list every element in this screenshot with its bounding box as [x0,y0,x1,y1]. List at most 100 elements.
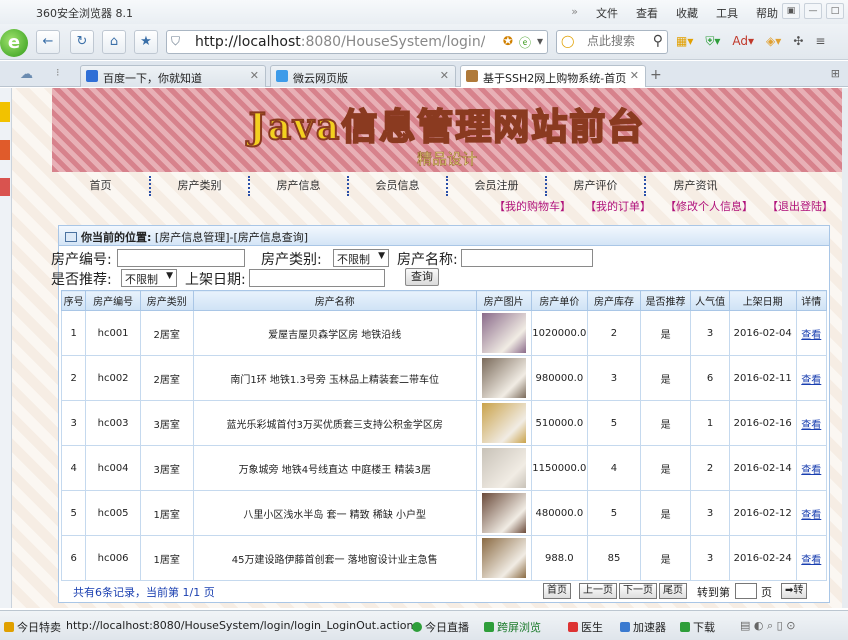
view-detail-link[interactable]: 查看 [801,375,821,386]
menu-help[interactable]: 帮助 [756,5,778,21]
date-input[interactable] [249,269,385,287]
type-select[interactable]: 不限制 ▼ [333,249,389,267]
query-button[interactable]: 查询 [405,268,439,286]
menu-view[interactable]: 查看 [636,5,658,21]
close-icon[interactable]: ✕ [440,69,449,82]
side-app-icon[interactable] [0,178,10,196]
search-engine-icon[interactable]: ◯ [561,34,574,48]
cloud-icon[interactable]: ☁ [20,67,33,82]
site-banner: Java信息管理网站前台 精品设计 [52,88,842,172]
cell-image [475,490,532,536]
search-icon[interactable]: ⚲ [653,33,663,49]
compat-mode-icon[interactable]: ✪ [503,34,513,51]
favorite-star-button[interactable]: ★ [134,30,158,54]
last-page-button[interactable]: 尾页 [659,583,687,599]
menu-icon[interactable]: ≡ [815,34,825,49]
nav-member-register[interactable]: 会员注册 [448,176,547,196]
cell-detail: 查看 [795,535,828,581]
skin-icon[interactable]: ▣ [782,3,800,19]
house-photo[interactable] [481,448,526,488]
nav-house-info[interactable]: 房产信息 [250,176,349,196]
status-live[interactable]: 今日直播 [412,619,469,635]
back-button[interactable]: ← [36,30,60,54]
new-tab-icon[interactable]: + [650,67,662,83]
go-button[interactable]: ➡转 [781,583,808,599]
apps-icon[interactable]: ▦▾ [676,34,693,49]
cell-image [475,400,532,446]
side-weibo-icon[interactable] [0,140,10,160]
status-doctor[interactable]: 医生 [568,619,603,635]
prev-page-button[interactable]: 上一页 [579,583,617,599]
pager: 共有6条记录，当前第 1/1 页 首页 上一页 下一页 尾页 转到第 页 ➡转 [59,580,829,602]
page-scrollbar[interactable] [842,88,848,608]
tab-house-system[interactable]: 基于SSH2网上购物系统-首页 ✕ [460,65,646,87]
page-number-input[interactable] [735,583,757,599]
guard-icon[interactable]: ⛨▾ [705,34,720,49]
cell-date: 2016-02-14 [728,445,797,491]
type-label: 房产类别: [261,252,322,268]
menu-file[interactable]: 文件 [596,5,618,21]
maximize-icon[interactable]: □ [826,3,844,19]
view-detail-link[interactable]: 查看 [801,420,821,431]
nav-house-news[interactable]: 房产资讯 [646,176,745,196]
cell-recommend: 是 [639,535,692,581]
status-accelerator[interactable]: 加速器 [620,619,666,635]
menu-favorites[interactable]: 收藏 [676,5,698,21]
nav-home[interactable]: 首页 [52,176,151,196]
more-icon[interactable]: ✣ [793,34,803,49]
view-detail-link[interactable]: 查看 [801,465,821,476]
house-photo[interactable] [481,358,526,398]
recommend-select[interactable]: 不限制 ▼ [121,269,177,287]
my-cart-link[interactable]: 【我的购物车】 [494,198,571,214]
menu-chevron-icon[interactable]: » [571,5,578,21]
tab-baidu[interactable]: 百度一下，你就知道 ✕ [80,65,266,87]
status-crossscreen[interactable]: 跨屏浏览 [484,619,541,635]
site-nav: 首页 房产类别 房产信息 会员信息 会员注册 房产评价 房产资讯 [52,176,842,196]
first-page-button[interactable]: 首页 [543,583,571,599]
address-bar[interactable]: ⛉ http://localhost:8080/HouseSystem/logi… [166,30,548,54]
security-shield-icon[interactable]: ⛉ [171,34,180,49]
tab-list-icon[interactable]: ⊞ [831,67,840,80]
refresh-button[interactable]: ↻ [70,30,94,54]
address-dropdown-icon[interactable]: ▾ [537,34,543,51]
minimize-icon[interactable]: — [804,3,822,19]
edit-profile-link[interactable]: 【修改个人信息】 [665,198,753,214]
nav-member-info[interactable]: 会员信息 [349,176,448,196]
status-tools-icon[interactable]: ▤ ◐ ⌕ ▯ ⊙ [740,619,795,633]
status-download[interactable]: 下载 [680,619,715,635]
search-input[interactable] [587,34,643,48]
side-favorites-icon[interactable] [0,102,10,122]
chevron-down-icon: ▼ [166,271,173,281]
record-summary: 共有6条记录，当前第 1/1 页 [73,586,215,599]
view-detail-link[interactable]: 查看 [801,510,821,521]
cell-name: 爱屋吉屋贝森学区房 地铁沿线 [192,310,477,356]
code-input[interactable] [117,249,245,267]
search-box[interactable]: ◯ ⚲ [556,30,668,54]
adblock-icon[interactable]: Ad▾ [732,34,754,49]
my-orders-link[interactable]: 【我的订单】 [585,198,651,214]
close-icon[interactable]: ✕ [630,69,639,82]
cell-recommend: 是 [639,400,692,446]
extension-icon[interactable]: ◈▾ [766,34,781,49]
house-photo[interactable] [481,313,526,353]
nav-house-review[interactable]: 房产评价 [547,176,646,196]
nav-house-type[interactable]: 房产类别 [151,176,250,196]
house-photo[interactable] [481,403,526,443]
cell-image [475,355,532,401]
view-detail-link[interactable]: 查看 [801,555,821,566]
tab-scroll-icon[interactable]: ⁝ [56,66,60,79]
view-detail-link[interactable]: 查看 [801,330,821,341]
menu-tools[interactable]: 工具 [716,5,738,21]
house-photo[interactable] [481,538,526,578]
tab-label: 微云网页版 [293,72,348,85]
logout-link[interactable]: 【退出登陆】 [767,198,833,214]
name-input[interactable] [461,249,593,267]
tab-weiyun[interactable]: 微云网页版 ✕ [270,65,456,87]
daily-deals[interactable]: 今日特卖 [4,619,61,635]
close-icon[interactable]: ✕ [250,69,259,82]
page-refresh-icon[interactable]: ⓔ [519,34,531,51]
address-url[interactable]: http://localhost:8080/HouseSystem/login/… [195,34,485,50]
home-button[interactable]: ⌂ [102,30,126,54]
next-page-button[interactable]: 下一页 [619,583,657,599]
house-photo[interactable] [481,493,526,533]
